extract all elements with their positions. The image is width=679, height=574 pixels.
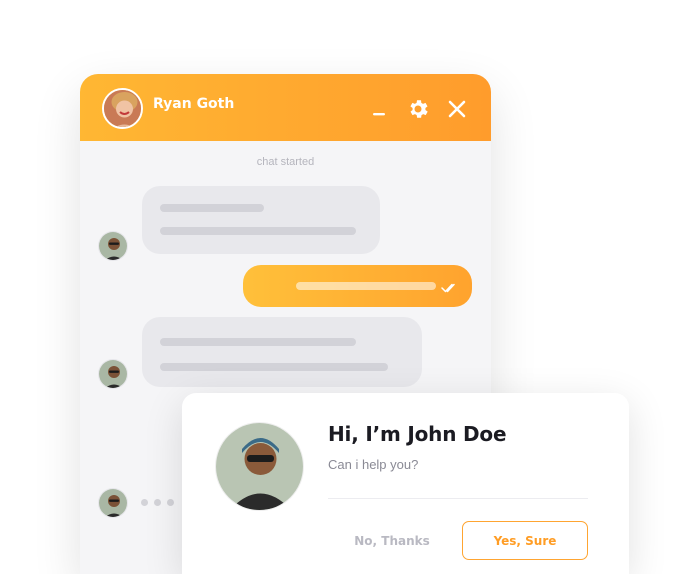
minimize-button[interactable] (366, 96, 392, 122)
contact-name: Ryan Goth (153, 96, 235, 112)
message-bubble-incoming (142, 186, 380, 254)
message-bubble-incoming (142, 317, 422, 387)
gear-icon (410, 100, 428, 118)
avatar (98, 488, 128, 518)
avatar[interactable] (102, 88, 143, 129)
agent-popup: Hi, I’m John Doe Can i help you? No, Tha… (182, 393, 629, 574)
minimize-icon (373, 113, 385, 116)
close-button[interactable] (444, 96, 470, 122)
message-bubble-outgoing (243, 265, 472, 307)
popup-title: Hi, I’m John Doe (328, 422, 507, 446)
decline-button[interactable]: No, Thanks (332, 521, 452, 560)
chat-status: chat started (256, 156, 315, 168)
settings-button[interactable] (405, 96, 431, 122)
avatar (98, 231, 128, 261)
popup-subtitle: Can i help you? (328, 457, 419, 472)
double-check-icon (441, 283, 455, 293)
avatar (98, 359, 128, 389)
divider (328, 498, 588, 499)
avatar (215, 422, 304, 511)
accept-button[interactable]: Yes, Sure (462, 521, 588, 560)
close-icon (448, 100, 466, 118)
chat-header: Ryan Goth (80, 74, 491, 141)
